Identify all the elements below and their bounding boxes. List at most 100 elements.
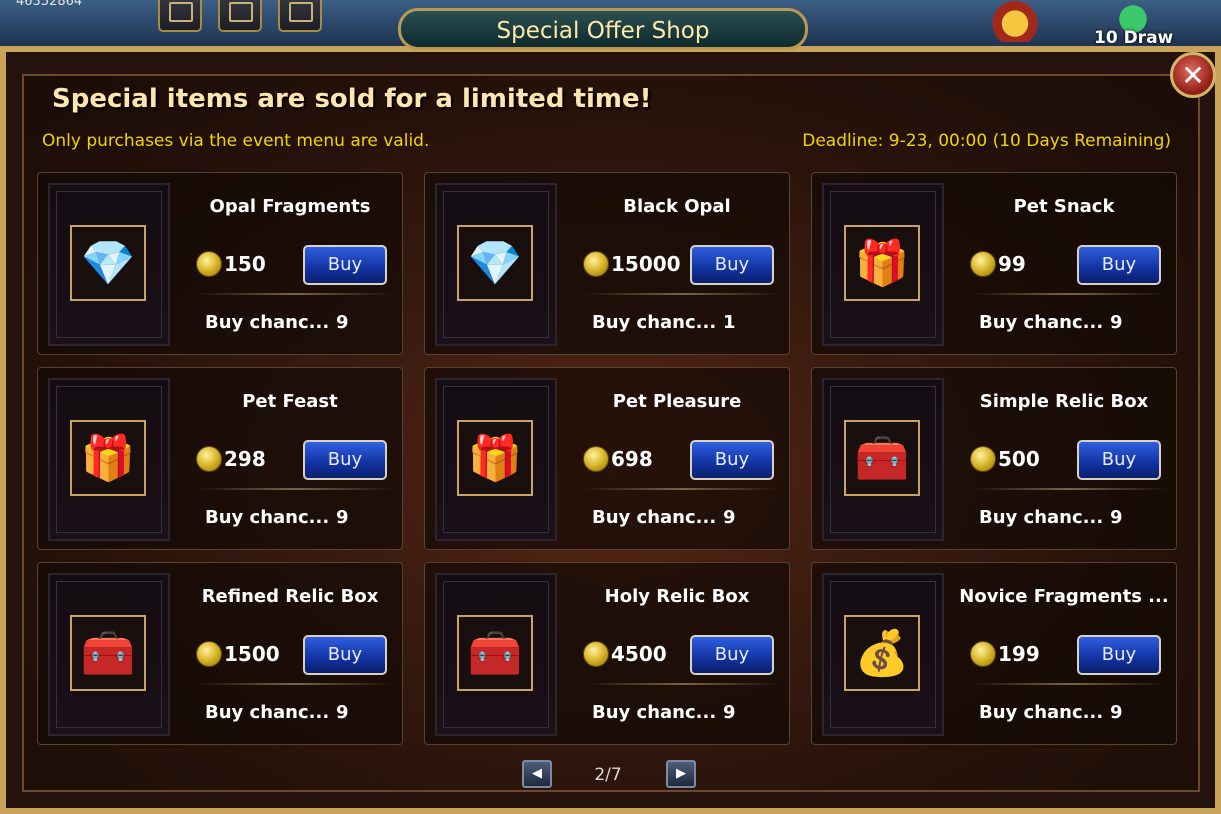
buy-chance-label: Buy chanc...	[205, 702, 330, 723]
item-price: 15000	[611, 252, 681, 276]
item-name: Novice Fragments ...	[959, 586, 1169, 607]
purchase-note: Only purchases via the event menu are va…	[42, 131, 430, 151]
gold-coin-icon	[196, 446, 222, 472]
item-glyph: 🎁	[854, 238, 910, 289]
red-chest-icon[interactable]: 🧰	[457, 615, 533, 691]
item-price: 150	[224, 252, 266, 276]
buy-chance-value: 9	[723, 702, 736, 723]
item-glyph: 💰	[854, 628, 910, 679]
blue-chest-icon[interactable]: 🧰	[844, 420, 920, 496]
layers-icon	[289, 2, 313, 22]
menu-button-3[interactable]	[278, 0, 322, 32]
arrow-left-icon: ◀	[532, 766, 542, 781]
gold-coin-icon	[970, 251, 996, 277]
next-page-button[interactable]: ▶	[666, 760, 696, 788]
item-name: Refined Relic Box	[201, 586, 379, 607]
buy-button[interactable]: Buy	[1077, 635, 1161, 675]
item-card: 💰 Novice Fragments ... 199 Buy Buy chanc... 9	[811, 562, 1177, 745]
black-opal-icon[interactable]: 💎	[457, 225, 533, 301]
item-name: Simple Relic Box	[979, 391, 1149, 412]
buy-chance-label: Buy chanc...	[205, 312, 330, 333]
buy-chance-label: Buy chanc...	[979, 507, 1104, 528]
buy-chance-value: 9	[1110, 702, 1123, 723]
item-name: Opal Fragments	[209, 196, 371, 217]
item-name: Pet Snack	[1013, 196, 1115, 217]
gold-coin-icon	[583, 641, 609, 667]
buy-chance-value: 9	[1110, 312, 1123, 333]
item-glyph: 🧰	[467, 628, 523, 679]
buy-button[interactable]: Buy	[690, 245, 774, 285]
page-indicator: 2/7	[594, 765, 622, 785]
gold-coin-icon	[970, 641, 996, 667]
window-title-plate: Special Offer Shop	[398, 8, 808, 50]
silver-chest-icon[interactable]: 🧰	[70, 615, 146, 691]
item-name: Black Opal	[623, 196, 731, 217]
item-glyph: 🧰	[854, 433, 910, 484]
item-glyph: 💎	[80, 238, 136, 289]
gold-coin-icon	[583, 446, 609, 472]
opal-fragments-icon[interactable]: 💎	[70, 225, 146, 301]
gold-coin-icon	[196, 641, 222, 667]
item-name: Holy Relic Box	[604, 586, 750, 607]
gift-box-icon[interactable]: 🎁	[457, 420, 533, 496]
buy-button[interactable]: Buy	[690, 440, 774, 480]
buy-chance-value: 9	[723, 507, 736, 528]
buy-chance-label: Buy chanc...	[592, 702, 717, 723]
gift-box-icon[interactable]: 🎁	[70, 420, 146, 496]
menu-button-1[interactable]	[158, 0, 202, 32]
buy-chance-label: Buy chanc...	[979, 312, 1104, 333]
item-card: 💎 Black Opal 15000 Buy Buy chanc... 1	[424, 172, 790, 355]
item-glyph: 🎁	[80, 433, 136, 484]
item-name: Pet Pleasure	[612, 391, 742, 412]
divider	[585, 293, 780, 295]
gold-coin-icon	[196, 251, 222, 277]
headline: Special items are sold for a limited tim…	[52, 84, 652, 114]
ranking-icon[interactable]	[990, 0, 1040, 42]
item-price: 199	[998, 642, 1040, 666]
buy-button[interactable]: Buy	[303, 245, 387, 285]
panel-icon	[169, 2, 193, 22]
gear-icon	[229, 2, 253, 22]
buy-button[interactable]: Buy	[303, 635, 387, 675]
divider	[972, 683, 1167, 685]
window-title: Special Offer Shop	[496, 18, 710, 44]
item-card: 🧰 Simple Relic Box 500 Buy Buy chanc... 9	[811, 367, 1177, 550]
item-price: 698	[611, 447, 653, 471]
prev-page-button[interactable]: ◀	[522, 760, 552, 788]
divider	[198, 488, 393, 490]
divider	[198, 293, 393, 295]
buy-chance-value: 9	[336, 507, 349, 528]
item-price: 99	[998, 252, 1026, 276]
buy-chance-value: 9	[336, 702, 349, 723]
buy-chance-label: Buy chanc...	[979, 702, 1104, 723]
buy-chance-value: 9	[1110, 507, 1123, 528]
item-glyph: 💎	[467, 238, 523, 289]
close-button[interactable]: ✕	[1170, 52, 1216, 98]
settings-button[interactable]	[218, 0, 262, 32]
item-price: 1500	[224, 642, 280, 666]
buy-button[interactable]: Buy	[303, 440, 387, 480]
item-name: Pet Feast	[242, 391, 338, 412]
item-card: 🎁 Pet Pleasure 698 Buy Buy chanc... 9	[424, 367, 790, 550]
buy-button[interactable]: Buy	[1077, 440, 1161, 480]
gold-coin-icon	[970, 446, 996, 472]
gift-box-icon[interactable]: 🎁	[844, 225, 920, 301]
item-card: 🧰 Refined Relic Box 1500 Buy Buy chanc... 9	[37, 562, 403, 745]
item-card: 🎁 Pet Snack 99 Buy Buy chanc... 9	[811, 172, 1177, 355]
divider	[198, 683, 393, 685]
buy-chance-value: 1	[723, 312, 736, 333]
divider	[972, 293, 1167, 295]
green-pouch-icon[interactable]: 💰	[844, 615, 920, 691]
item-price: 298	[224, 447, 266, 471]
item-card: 🧰 Holy Relic Box 4500 Buy Buy chanc... 9	[424, 562, 790, 745]
item-card: 💎 Opal Fragments 150 Buy Buy chanc... 9	[37, 172, 403, 355]
item-card: 🎁 Pet Feast 298 Buy Buy chanc... 9	[37, 367, 403, 550]
buy-button[interactable]: Buy	[690, 635, 774, 675]
buy-button[interactable]: Buy	[1077, 245, 1161, 285]
item-glyph: 🧰	[80, 628, 136, 679]
deadline-text: Deadline: 9-23, 00:00 (10 Days Remaining…	[802, 131, 1171, 151]
player-id: 46352864	[16, 0, 83, 9]
divider	[585, 488, 780, 490]
item-price: 4500	[611, 642, 667, 666]
close-icon: ✕	[1181, 59, 1205, 92]
